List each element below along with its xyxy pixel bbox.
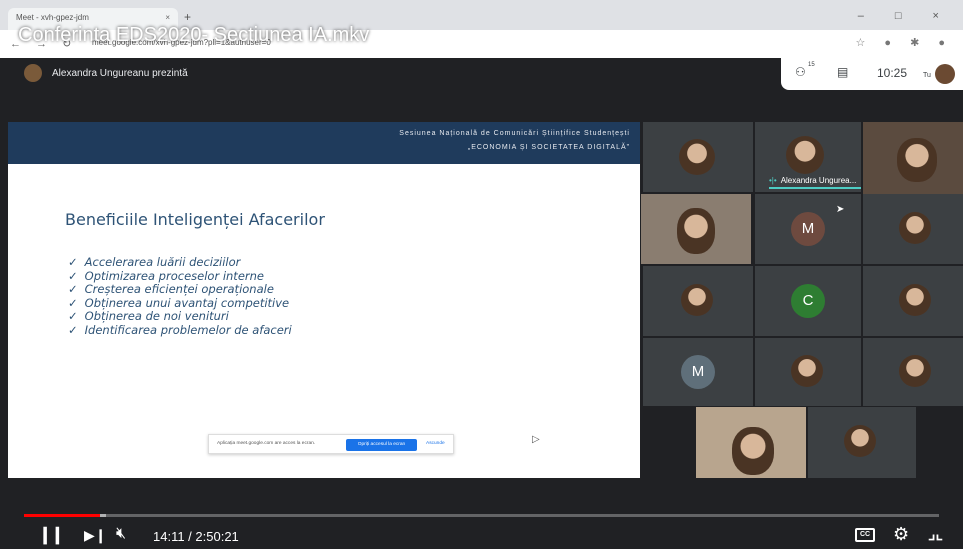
participant-tile[interactable]: M (755, 194, 861, 264)
pause-icon[interactable]: ❙❙ (38, 525, 64, 545)
mouse-cursor-icon: ➤ (836, 204, 845, 215)
progress-played (24, 514, 100, 517)
slide-bullet-list: ✓ Accelerarea luării deciziilor ✓ Optimiza… (68, 255, 292, 337)
presenter-avatar (24, 64, 42, 82)
participant-tile[interactable]: C (755, 266, 861, 336)
self-avatar[interactable] (935, 64, 955, 84)
presentation-slide: Sesiunea Națională de Comunicări Științi… (8, 122, 640, 478)
participant-video[interactable] (696, 407, 806, 478)
tab-close-icon[interactable]: × (165, 13, 170, 22)
participant-avatar (899, 284, 931, 316)
next-icon[interactable]: ▶❙ (84, 527, 107, 544)
participant-tile[interactable] (808, 407, 916, 478)
participant-tile[interactable]: M (643, 338, 753, 406)
list-item: ✓ Optimizarea proceselor interne (68, 268, 264, 283)
participant-tile[interactable] (863, 194, 963, 264)
player-controls: ❙❙ ▶❙ 🔇︎ 14:11 / 2:50:21 CC ⚙ ⌟⌞ (0, 522, 963, 549)
slide-title: Beneficiile Inteligenței Afacerilor (65, 210, 325, 229)
list-item: ✓ Accelerarea luării deciziilor (68, 255, 241, 269)
participant-avatar (844, 425, 876, 457)
list-item: ✓ Obținerea de noi venituri (68, 309, 229, 323)
chat-icon[interactable]: ▤ (837, 65, 848, 79)
speaking-indicator-icon: •|• (769, 176, 777, 185)
tab-title: Meet - xvh-gpez-jdm (16, 13, 89, 22)
people-count: 15 (808, 62, 815, 68)
list-item: ✓ Identificarea problemelor de afaceri (68, 322, 292, 337)
check-icon: ✓ (68, 322, 78, 337)
presenter-label: Alexandra Ungureanu prezintă (52, 68, 188, 79)
check-icon: ✓ (68, 309, 78, 323)
screen-share-text: Aplicația meet.google.com are acces la e… (217, 441, 316, 446)
participant-tile[interactable] (863, 338, 963, 406)
participant-avatar (681, 284, 713, 316)
progress-buffer (99, 514, 107, 517)
meeting-clock: 10:25 (877, 66, 908, 80)
video-frame[interactable]: Meet - xvh-gpez-jdm × + – □ × ← → ↻ meet… (0, 0, 963, 549)
people-icon[interactable]: ⚇ (795, 65, 806, 79)
participant-tile[interactable] (643, 122, 753, 192)
hide-notice-link[interactable]: Ascunde (426, 441, 445, 446)
participant-avatar (679, 139, 715, 175)
participant-face (732, 427, 774, 475)
mute-icon[interactable]: 🔇︎ (116, 525, 126, 543)
participant-video[interactable] (863, 122, 963, 194)
participant-avatar (899, 212, 931, 244)
participant-face (677, 208, 715, 254)
screen-share-notice: Aplicația meet.google.com are acces la e… (208, 434, 454, 454)
participant-avatar-letter: M (791, 212, 825, 246)
new-tab-icon[interactable]: + (184, 10, 191, 24)
list-item: ✓ Creșterea eficienței operaționale (68, 282, 274, 296)
participant-tile[interactable] (863, 266, 963, 336)
participant-avatar (786, 136, 824, 174)
video-title: Conferinta EDS2020- Sectiunea IA.mkv (18, 24, 370, 46)
settings-gear-icon[interactable]: ⚙ (893, 524, 909, 545)
participant-video[interactable] (641, 194, 751, 264)
slide-header: Sesiunea Națională de Comunicări Științi… (8, 122, 640, 164)
check-icon: ✓ (68, 282, 78, 296)
participant-avatar (899, 355, 931, 387)
active-speaker-bar (769, 187, 861, 189)
time-display: 14:11 / 2:50:21 (153, 529, 239, 544)
check-icon: ✓ (68, 255, 78, 269)
mouse-cursor-icon: ▷ (532, 434, 540, 445)
check-icon: ✓ (68, 268, 78, 283)
video-progress-bar[interactable] (24, 514, 939, 517)
self-label: Tu (923, 72, 931, 79)
slide-header-line1: Sesiunea Națională de Comunicări Științi… (399, 130, 630, 137)
extension-icons[interactable]: ☆ ● ✱ ● (855, 36, 953, 49)
captions-button[interactable]: CC (855, 528, 875, 542)
exit-fullscreen-icon[interactable]: ⌟⌞ (928, 524, 943, 544)
participant-tile[interactable] (755, 338, 861, 406)
stop-sharing-button[interactable]: Opriți accesul la ecran (346, 439, 417, 451)
participant-avatar-letter: C (791, 284, 825, 318)
participant-tile-speaker[interactable]: •|• Alexandra Ungurea... (755, 122, 861, 192)
meet-info-panel: ⚇ 15 ▤ 10:25 Tu (781, 58, 963, 90)
speaker-name: •|• Alexandra Ungurea... (769, 176, 857, 185)
participant-avatar-letter: M (681, 355, 715, 389)
window-controls[interactable]: – □ × (858, 10, 953, 22)
participant-avatar (791, 355, 823, 387)
slide-header-line2: „ECONOMIA ȘI SOCIETATEA DIGITALĂ” (467, 144, 630, 151)
list-item: ✓ Obținerea unui avantaj competitive (68, 295, 290, 310)
participant-tile[interactable] (643, 266, 753, 336)
check-icon: ✓ (68, 295, 78, 310)
participant-face (897, 138, 937, 182)
